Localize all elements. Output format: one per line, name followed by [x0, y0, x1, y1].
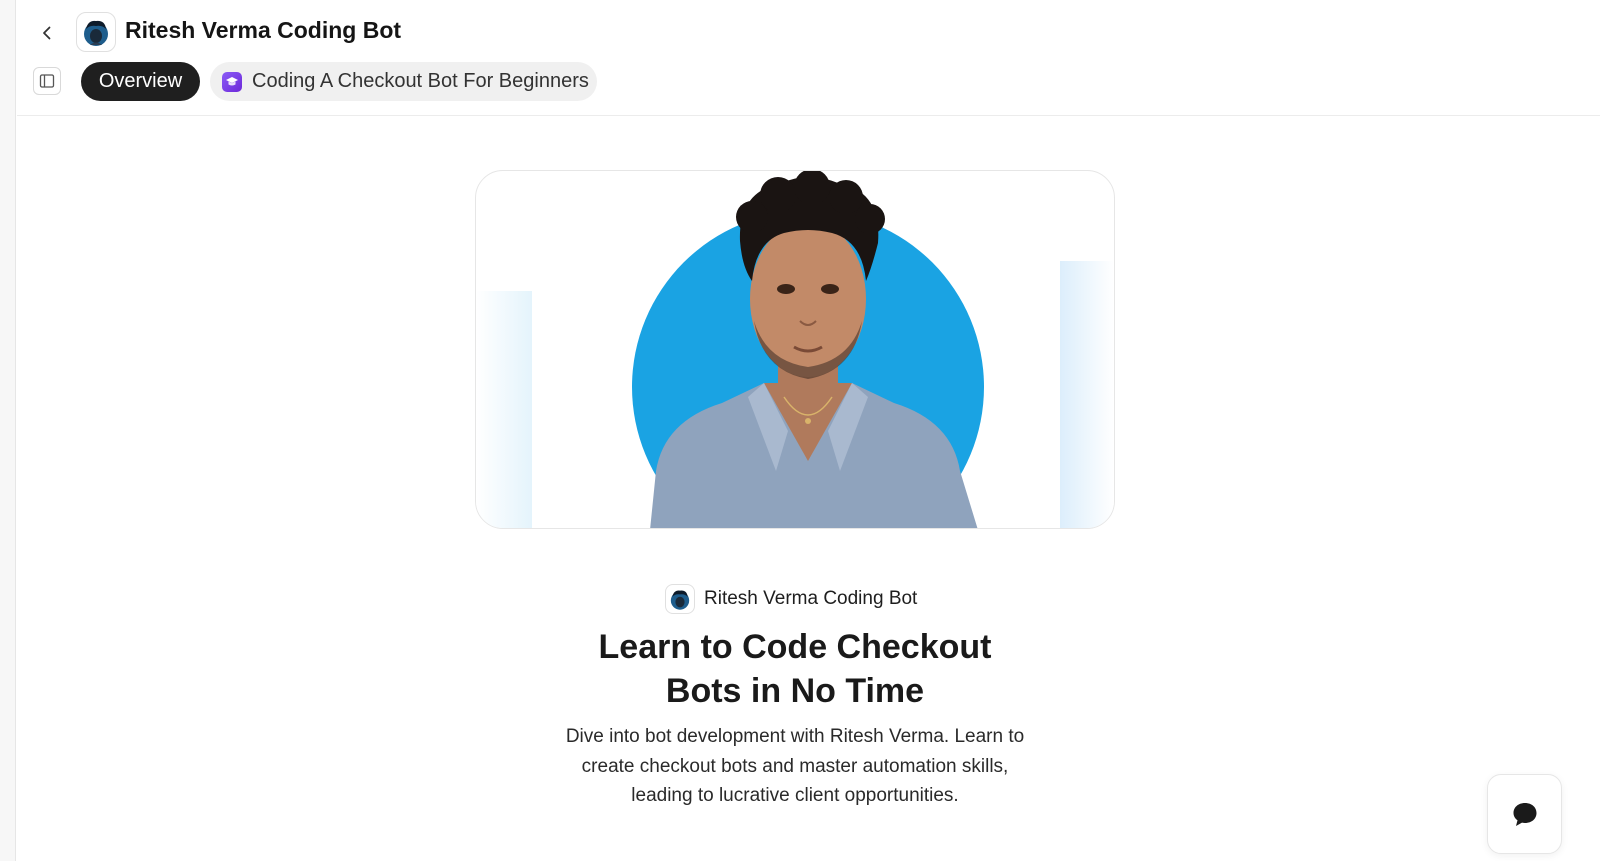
- hero-title: Learn to Code Checkout Bots in No Time: [598, 628, 992, 710]
- chevron-left-icon: [43, 26, 51, 40]
- sidebar-toggle-button[interactable]: [33, 67, 61, 95]
- left-rail: [0, 0, 16, 861]
- bot-avatar-small: [665, 584, 695, 614]
- bot-avatar: [76, 12, 116, 52]
- sidebar-panel-icon: [39, 74, 55, 88]
- graduation-cap-icon: [222, 71, 242, 92]
- tab-overview-label: Overview: [98, 70, 183, 92]
- chat-button[interactable]: [1487, 774, 1562, 854]
- byline-name: Ritesh Verma Coding Bot: [704, 588, 918, 609]
- hero-description: Dive into bot development with Ritesh Ve…: [565, 726, 1025, 806]
- chat-bubble-icon: [1513, 803, 1536, 826]
- hero-card: [475, 170, 1115, 529]
- tab-course-label: Coding A Checkout Bot For Beginners: [252, 70, 589, 92]
- hero-glow-right: [1056, 261, 1114, 528]
- hero-glow-left: [476, 291, 536, 528]
- page-title: Ritesh Verma Coding Bot: [125, 17, 402, 43]
- intro-byline: Ritesh Verma Coding Bot: [665, 584, 917, 614]
- tab-overview[interactable]: Overview: [81, 62, 200, 101]
- hero-portrait-image: [532, 171, 1060, 528]
- header: Ritesh Verma Coding Bot Overview Coding …: [17, 0, 1600, 116]
- tab-course[interactable]: Coding A Checkout Bot For Beginners: [210, 62, 597, 101]
- back-button[interactable]: [32, 18, 62, 48]
